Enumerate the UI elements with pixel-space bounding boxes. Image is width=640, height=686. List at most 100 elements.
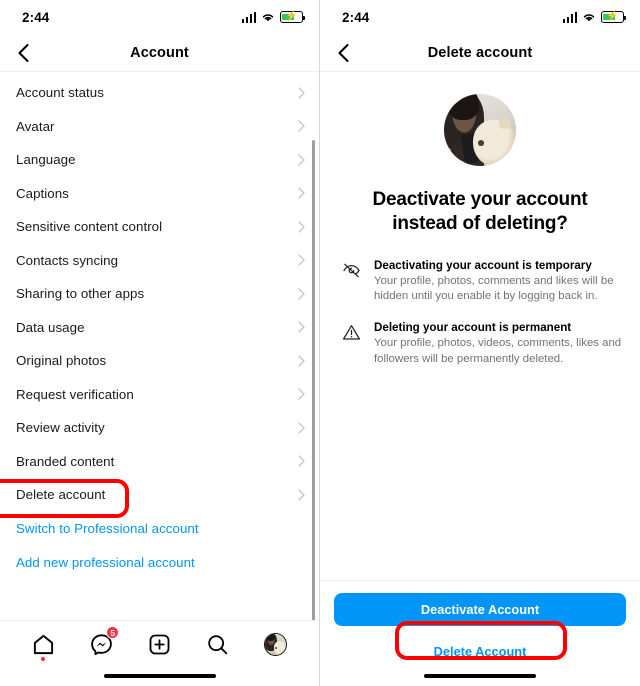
info-title: Deactivating your account is temporary	[374, 258, 592, 272]
info-row-text-group: Deleting your account is permanent Your …	[374, 321, 622, 367]
list-item-label: Review activity	[16, 420, 105, 436]
info-description: Your profile, photos, comments and likes…	[374, 274, 614, 303]
status-icon-group: ⚡	[241, 11, 306, 23]
battery-charging-icon: ⚡	[280, 11, 306, 23]
chevron-right-icon	[298, 422, 305, 434]
dual-screen-container: 2:44 ⚡ Account Account status Avatar Lan…	[0, 0, 640, 686]
list-item-account-status[interactable]: Account status	[0, 76, 319, 110]
tab-home[interactable]	[26, 627, 60, 661]
list-item-label: Original photos	[16, 353, 107, 369]
chevron-right-icon	[298, 254, 305, 266]
link-add-new-professional-account[interactable]: Add new professional account	[0, 546, 319, 580]
chevron-right-icon	[298, 221, 305, 233]
chevron-right-icon	[298, 87, 305, 99]
vertical-scrollbar[interactable]	[312, 140, 315, 630]
chevron-right-icon	[298, 154, 305, 166]
tab-create[interactable]	[142, 627, 176, 661]
messages-badge: 5	[106, 626, 120, 639]
status-bar: 2:44 ⚡	[0, 0, 319, 34]
list-item-avatar[interactable]: Avatar	[0, 110, 319, 144]
plus-square-icon	[149, 634, 170, 654]
chevron-right-icon	[298, 187, 305, 199]
link-label: Switch to Professional account	[16, 521, 199, 536]
status-bar: 2:44 ⚡	[320, 0, 640, 34]
info-row-text-group: Deactivating your account is temporary Y…	[374, 259, 622, 305]
list-item-branded-content[interactable]: Branded content	[0, 445, 319, 479]
list-item-original-photos[interactable]: Original photos	[0, 344, 319, 378]
tab-search[interactable]	[201, 627, 235, 661]
page-title: Account	[130, 44, 189, 61]
info-list: Deactivating your account is temporary Y…	[338, 259, 622, 368]
wifi-icon	[262, 13, 274, 21]
chevron-right-icon	[298, 288, 305, 300]
battery-charging-icon: ⚡	[601, 11, 627, 23]
info-row-deactivating: Deactivating your account is temporary Y…	[342, 259, 622, 305]
navigation-bar: Delete account	[320, 34, 640, 72]
info-description: Your profile, photos, videos, comments, …	[374, 337, 622, 365]
deactivate-account-button[interactable]: Deactivate Account	[334, 593, 626, 626]
navigation-bar: Account	[0, 34, 319, 72]
list-item-label: Data usage	[16, 319, 85, 335]
list-item-label: Contacts syncing	[16, 252, 119, 268]
info-title: Deleting your account is permanent	[374, 321, 572, 335]
cellular-signal-icon	[562, 11, 577, 23]
list-item-review-activity[interactable]: Review activity	[0, 411, 319, 445]
back-button[interactable]	[10, 40, 36, 66]
chevron-right-icon	[298, 355, 305, 367]
status-icon-group: ⚡	[562, 11, 627, 23]
home-indicator	[103, 673, 216, 678]
profile-avatar-icon	[264, 632, 288, 656]
wifi-icon	[583, 13, 595, 21]
user-profile-photo	[444, 94, 516, 166]
chevron-right-icon	[298, 120, 305, 132]
list-item-label: Avatar	[16, 118, 55, 134]
status-time: 2:44	[342, 9, 370, 25]
list-item-captions[interactable]: Captions	[0, 177, 319, 211]
avatar-container	[338, 94, 622, 166]
list-item-language[interactable]: Language	[0, 143, 319, 177]
link-switch-to-professional-account[interactable]: Switch to Professional account	[0, 512, 319, 546]
link-label: Add new professional account	[16, 555, 195, 570]
list-item-request-verification[interactable]: Request verification	[0, 378, 319, 412]
eye-off-icon	[342, 259, 362, 305]
list-item-contacts-syncing[interactable]: Contacts syncing	[0, 244, 319, 278]
list-item-sharing-to-other-apps[interactable]: Sharing to other apps	[0, 277, 319, 311]
list-item-label: Branded content	[16, 453, 115, 469]
cellular-signal-icon	[241, 11, 256, 23]
search-icon	[208, 634, 228, 654]
warning-triangle-icon	[342, 321, 362, 367]
chevron-right-icon	[298, 388, 305, 400]
home-notification-dot	[41, 657, 46, 661]
list-item-label: Account status	[16, 85, 104, 101]
list-item-label: Request verification	[16, 386, 134, 402]
list-item-label: Captions	[16, 185, 69, 201]
list-item-delete-account[interactable]: Delete account	[0, 478, 319, 512]
delete-account-content: Deactivate your account instead of delet…	[320, 94, 640, 368]
list-item-label: Delete account	[16, 487, 106, 503]
delete-account-button[interactable]: Delete Account	[334, 635, 626, 668]
list-item-data-usage[interactable]: Data usage	[0, 311, 319, 345]
headline: Deactivate your account instead of delet…	[372, 189, 588, 235]
chevron-right-icon	[298, 455, 305, 467]
account-settings-screen: 2:44 ⚡ Account Account status Avatar Lan…	[0, 0, 320, 686]
list-item-label: Language	[16, 152, 76, 168]
status-time: 2:44	[22, 9, 50, 25]
chevron-right-icon	[298, 321, 305, 333]
home-indicator	[424, 673, 536, 678]
info-row-deleting: Deleting your account is permanent Your …	[342, 321, 622, 367]
page-title: Delete account	[427, 44, 533, 61]
home-icon	[33, 634, 53, 654]
list-item-label: Sharing to other apps	[16, 286, 145, 302]
action-button-area: Deactivate Account Delete Account	[320, 580, 640, 686]
back-button[interactable]	[330, 40, 356, 66]
delete-account-screen: 2:44 ⚡ Delete account Deactivate your ac…	[320, 0, 640, 686]
list-item-label: Sensitive content control	[16, 219, 163, 235]
chevron-left-icon	[337, 43, 349, 62]
chevron-right-icon	[298, 489, 305, 501]
tab-profile[interactable]	[259, 627, 293, 661]
list-item-sensitive-content-control[interactable]: Sensitive content control	[0, 210, 319, 244]
settings-list: Account status Avatar Language Captions …	[0, 72, 319, 580]
tab-messages[interactable]: 5	[84, 626, 120, 661]
bottom-tab-bar: 5	[0, 620, 319, 686]
chevron-left-icon	[17, 43, 29, 62]
